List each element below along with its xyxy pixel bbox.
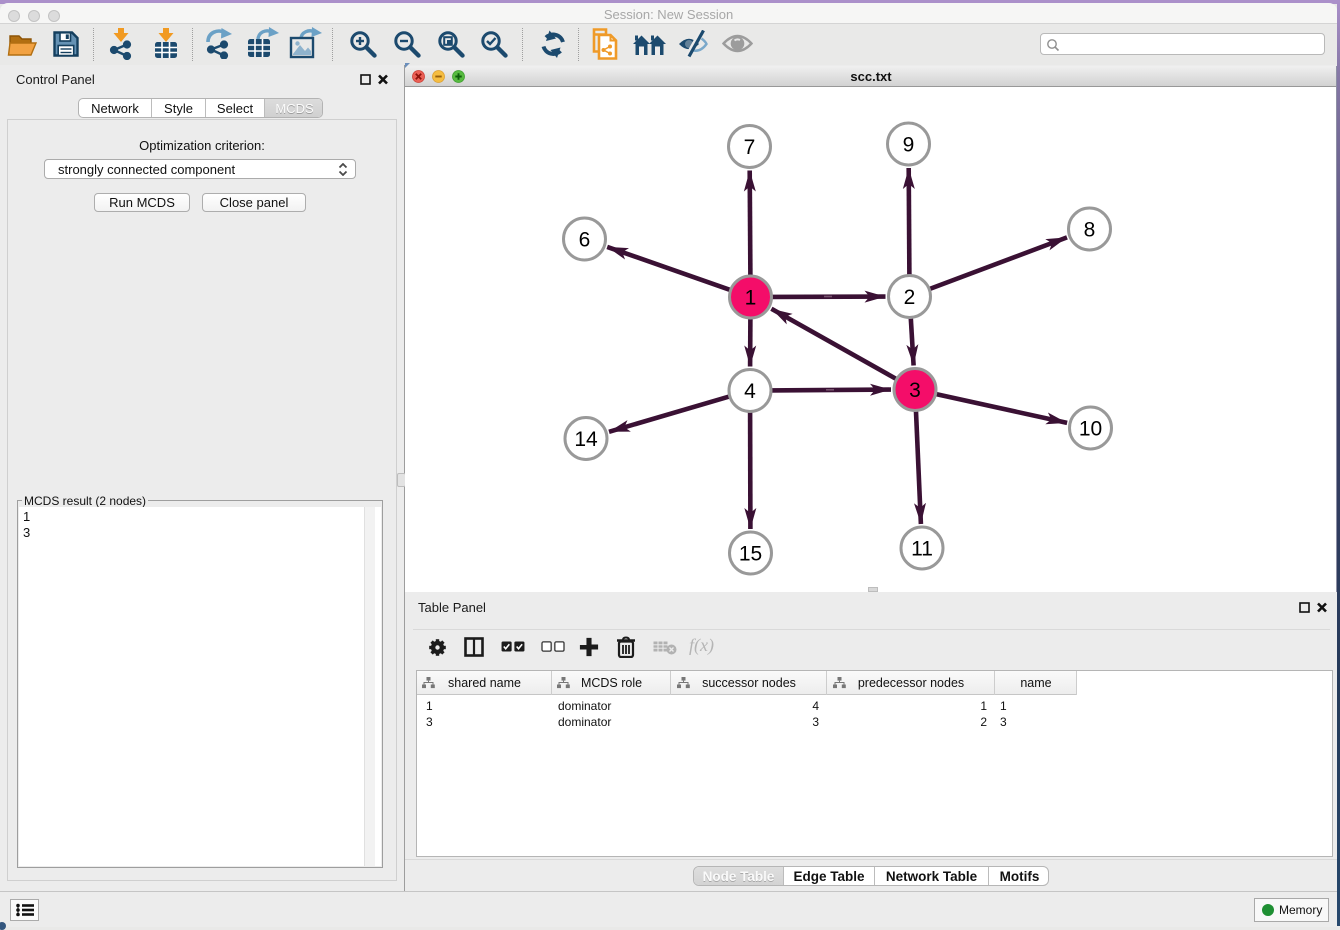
svg-text:1: 1 [745,287,757,310]
svg-text:4: 4 [744,380,756,403]
svg-text:9: 9 [903,134,915,157]
svg-text:15: 15 [739,543,762,566]
svg-text:3: 3 [909,379,921,402]
svg-text:14: 14 [574,428,598,451]
svg-text:11: 11 [911,538,933,561]
svg-text:6: 6 [579,229,591,252]
svg-text:10: 10 [1079,418,1102,441]
svg-text:8: 8 [1084,219,1096,242]
svg-text:7: 7 [744,136,756,159]
svg-text:2: 2 [904,286,916,309]
